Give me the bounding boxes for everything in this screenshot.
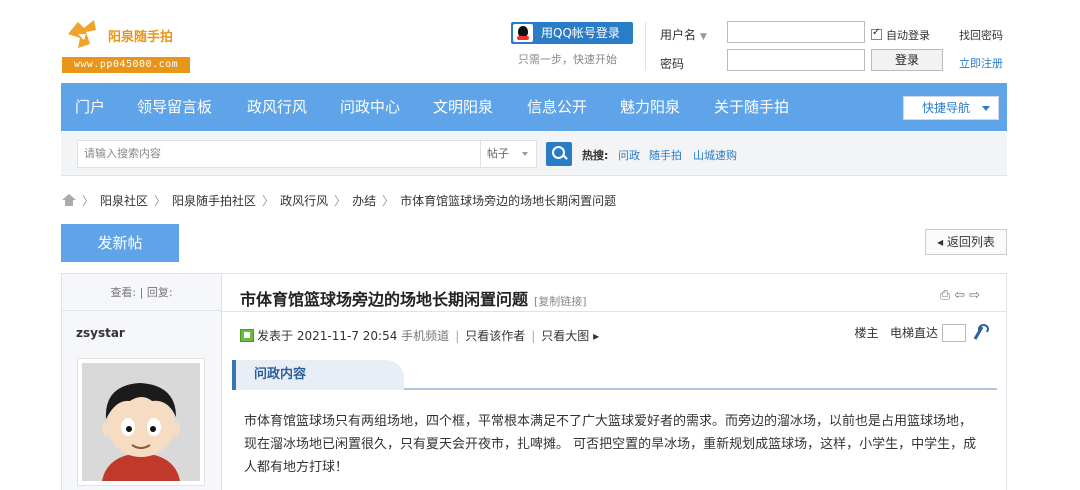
post-title: 市体育馆篮球场旁边的场地长期闲置问题: [240, 290, 529, 309]
floor-input[interactable]: [942, 324, 966, 342]
hot-link-suishoupai[interactable]: 随手拍: [649, 147, 682, 163]
find-password-link[interactable]: 找回密码: [959, 27, 1003, 43]
username-label-dropdown[interactable]: 用户名 ▼: [660, 26, 707, 43]
nav-item-info-disclosure[interactable]: 信息公开: [527, 83, 587, 131]
prev-thread-icon[interactable]: ⇦: [954, 288, 969, 303]
hot-link-shancheng[interactable]: 山城速购: [693, 147, 737, 163]
username-label: 用户名: [660, 28, 697, 42]
nav-item-leader-board[interactable]: 领导留言板: [137, 83, 212, 131]
nav-item-portal[interactable]: 门户: [75, 83, 105, 131]
author-name[interactable]: zsystar: [76, 326, 125, 340]
hot-link-wenzheng[interactable]: 问政: [618, 147, 640, 163]
wrench-icon[interactable]: [972, 324, 989, 340]
divider: [222, 311, 1006, 312]
print-icon[interactable]: ⎙: [940, 288, 954, 303]
nav-item-civilized-yangquan[interactable]: 文明阳泉: [433, 83, 493, 131]
avatar-cartoon-icon: [82, 363, 200, 481]
site-logo[interactable]: 阳泉随手拍 www.pp045000.com: [62, 14, 192, 76]
meta-separator: |: [455, 329, 460, 343]
logo-title: 阳泉随手拍: [108, 30, 174, 45]
avatar-frame[interactable]: [77, 358, 205, 486]
post-main: 市体育馆篮球场旁边的场地长期闲置问题 [复制链接] ⎙⇦⇨ 发表于 2021-11…: [222, 274, 1006, 490]
post-stats: 查看: | 回复:: [62, 274, 221, 311]
nav-item-charm-yangquan[interactable]: 魅力阳泉: [620, 83, 680, 131]
auto-login-label: 自动登录: [886, 29, 930, 42]
posted-time: 2021-11-7 20:54: [296, 329, 398, 343]
new-post-button[interactable]: 发新帖: [61, 224, 179, 262]
crumb-separator: 〉: [382, 194, 395, 208]
nav-item-political-style[interactable]: 政风行风: [247, 83, 307, 131]
crumb-separator: 〉: [154, 194, 167, 208]
chevron-down-icon: ▼: [700, 32, 707, 42]
post-body: 市体育馆篮球场只有两组场地，四个框，平常根本满足不了广大篮球爱好者的需求。而旁边…: [244, 414, 977, 475]
elevator-label: 电梯直达: [889, 326, 938, 340]
password-label: 密码: [660, 57, 685, 71]
main-nav: 门户 领导留言板 政风行风 问政中心 文明阳泉 信息公开 魅力阳泉 关于随手拍 …: [61, 83, 1007, 131]
breadcrumb-forum[interactable]: 阳泉随手拍社区: [172, 194, 256, 208]
post-title-row: 市体育馆篮球场旁边的场地长期闲置问题 [复制链接]: [240, 286, 587, 310]
breadcrumb-current[interactable]: 市体育馆篮球场旁边的场地长期闲置问题: [400, 194, 616, 208]
author-sidebar: 查看: | 回复: zsystar: [62, 274, 222, 490]
auto-login-checkbox[interactable]: 自动登录: [871, 27, 930, 43]
back-to-list-button[interactable]: ◂ 返回列表: [925, 229, 1007, 255]
nav-item-about[interactable]: 关于随手拍: [714, 83, 789, 131]
meta-separator: |: [531, 329, 536, 343]
avatar: [82, 363, 200, 481]
crumb-separator: 〉: [82, 194, 95, 208]
search-type-select[interactable]: 帖子: [481, 140, 537, 168]
header-divider: [645, 22, 646, 70]
login-button[interactable]: 登录: [871, 49, 943, 71]
post-meta: 发表于 2021-11-7 20:54 手机频道 | 只看该作者 | 只看大图 ▸: [240, 327, 599, 344]
quick-nav-label: 快捷导航: [922, 101, 971, 115]
author-only-link[interactable]: 只看该作者: [465, 329, 525, 343]
breadcrumb: 〉阳泉社区〉阳泉随手拍社区〉政风行风〉办结〉市体育馆篮球场旁边的场地长期闲置问题: [62, 192, 616, 209]
posted-channel[interactable]: 手机频道: [401, 329, 449, 343]
breadcrumb-board[interactable]: 政风行风: [280, 194, 328, 208]
crumb-separator: 〉: [334, 194, 347, 208]
qq-penguin-icon: [513, 24, 533, 42]
title-tools: ⎙⇦⇨: [940, 288, 984, 303]
next-thread-icon[interactable]: ⇨: [969, 288, 984, 303]
register-link[interactable]: 立即注册: [959, 55, 1003, 71]
post-container: 查看: | 回复: zsystar 市体育馆篮球场旁边的场地长期闲置问题 [复制…: [61, 273, 1007, 490]
logo-mark-icon: [68, 20, 96, 48]
search-type-value: 帖子: [487, 147, 509, 160]
breadcrumb-community[interactable]: 阳泉社区: [100, 194, 148, 208]
hot-search-label: 热搜:: [582, 149, 609, 162]
password-input[interactable]: [727, 49, 865, 71]
posted-prefix: 发表于: [257, 329, 294, 343]
search-bar: 请输入搜索内容 帖子 热搜: 问政 随手拍 山城速购: [61, 132, 1007, 176]
floor-tools: 楼主 电梯直达: [854, 324, 989, 342]
online-status-icon: [240, 329, 254, 342]
floor-label: 楼主: [854, 326, 879, 340]
username-input[interactable]: [727, 21, 865, 43]
copy-link[interactable]: [复制链接]: [534, 295, 587, 308]
qq-login-button[interactable]: 用QQ帐号登录: [511, 22, 633, 44]
search-button[interactable]: [546, 142, 572, 166]
crumb-separator: 〉: [262, 194, 275, 208]
breadcrumb-status[interactable]: 办结: [352, 194, 376, 208]
view-large-link[interactable]: 只看大图 ▸: [541, 329, 599, 343]
caret-down-icon: [522, 152, 528, 156]
qq-login-subtext: 只需一步，快速开始: [518, 53, 617, 66]
section-header: 问政内容: [232, 360, 997, 390]
search-input[interactable]: 请输入搜索内容: [77, 140, 481, 168]
caret-down-icon: [982, 106, 990, 111]
logo-url: www.pp045000.com: [62, 57, 190, 73]
home-icon[interactable]: [62, 194, 76, 206]
nav-item-inquiry-center[interactable]: 问政中心: [340, 83, 400, 131]
quick-nav-dropdown[interactable]: 快捷导航: [903, 96, 999, 120]
checkbox-checked-icon: [871, 27, 882, 40]
qq-login-label: 用QQ帐号登录: [541, 26, 620, 40]
section-title: 问政内容: [232, 360, 404, 390]
